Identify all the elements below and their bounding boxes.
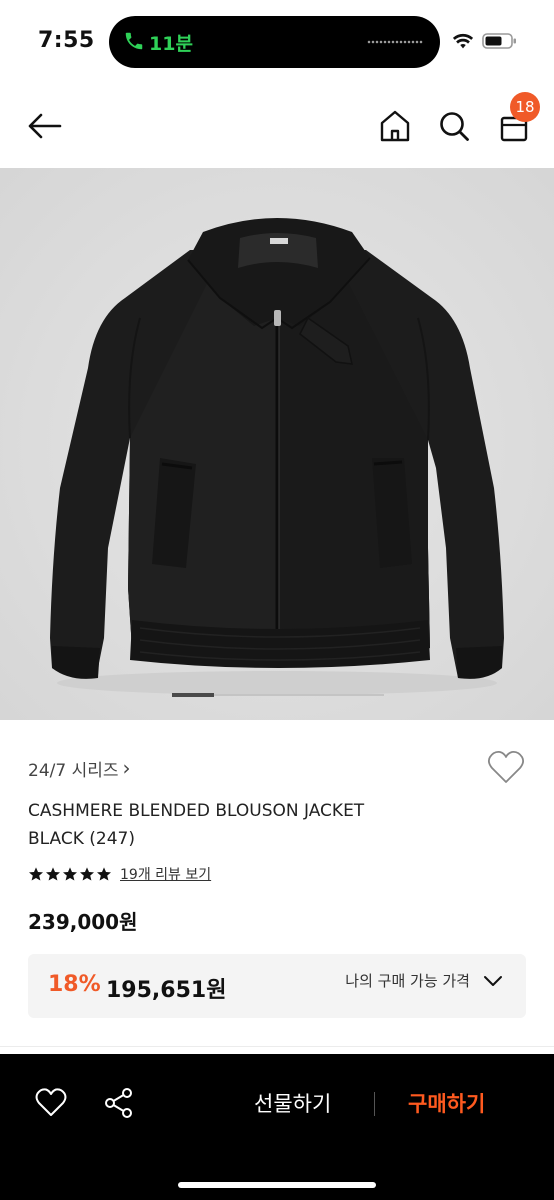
discounted-price: 195,651원	[106, 978, 227, 1003]
star-icon	[29, 867, 43, 881]
app-header	[0, 84, 554, 168]
jacket-image	[0, 168, 554, 720]
heart-icon[interactable]	[486, 748, 526, 786]
my-price-label: 나의 구매 가능 가격	[345, 972, 470, 990]
home-icon[interactable]	[376, 106, 414, 146]
original-price: 239,000원	[28, 910, 138, 934]
call-duration: 11분	[149, 33, 193, 55]
phone-icon	[125, 32, 143, 50]
product-title: CASHMERE BLENDED BLOUSON JACKET BLACK (2…	[28, 801, 365, 849]
battery-icon	[482, 33, 516, 49]
carousel-indicator-active	[172, 693, 214, 697]
status-bar: 7:55 11분	[0, 0, 554, 84]
home-indicator[interactable]	[178, 1182, 376, 1188]
wifi-icon	[452, 33, 474, 49]
cart-count-badge: 18	[510, 92, 540, 122]
discount-rate: 18%	[48, 972, 101, 997]
star-icon	[63, 867, 77, 881]
rating-stars	[28, 866, 112, 882]
dynamic-island[interactable]: 11분	[109, 16, 440, 68]
carousel-indicator	[172, 693, 384, 697]
star-icon	[46, 867, 60, 881]
chevron-down-icon	[484, 975, 502, 986]
rating-row: 19개 리뷰 보기	[28, 864, 211, 884]
gift-button[interactable]: 선물하기	[254, 1088, 331, 1118]
product-image-carousel[interactable]	[0, 168, 554, 720]
audio-waveform-icon	[367, 40, 423, 44]
heart-icon[interactable]	[34, 1086, 68, 1120]
section-divider	[0, 1046, 554, 1047]
status-time: 7:55	[38, 28, 95, 53]
brand-label: 24/7 시리즈	[28, 761, 119, 781]
share-icon[interactable]	[102, 1086, 136, 1120]
my-price-toggle[interactable]: 나의 구매 가능 가격	[345, 970, 504, 991]
star-icon	[97, 867, 111, 881]
bottom-action-bar: 선물하기 구매하기	[0, 1054, 554, 1200]
chevron-right-icon: ›	[122, 756, 131, 780]
buy-button[interactable]: 구매하기	[408, 1088, 485, 1118]
button-divider	[374, 1092, 375, 1116]
search-icon[interactable]	[434, 106, 474, 146]
discount-price-box: 18% 195,651원 나의 구매 가능 가격	[28, 954, 526, 1018]
brand-link[interactable]: 24/7 시리즈 ›	[28, 756, 131, 781]
review-link[interactable]: 19개 리뷰 보기	[120, 864, 211, 884]
star-icon	[80, 867, 94, 881]
back-arrow-icon[interactable]	[24, 108, 64, 144]
